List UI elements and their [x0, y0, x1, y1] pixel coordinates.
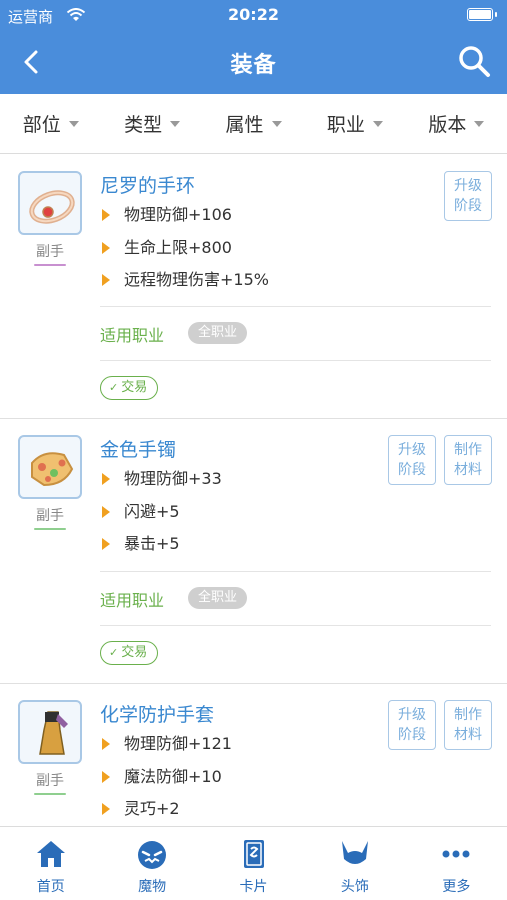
tab-more[interactable]: 更多	[406, 827, 507, 900]
tab-headwear[interactable]: 头饰	[304, 827, 405, 900]
card-icon	[243, 840, 264, 868]
item-thumbnail	[18, 700, 82, 764]
check-icon: ✓	[109, 646, 119, 659]
slot-label: 副手	[36, 508, 64, 524]
monster-icon	[138, 841, 167, 869]
item-thumbnail	[18, 171, 82, 235]
filter-slot[interactable]: 部位	[0, 94, 101, 153]
tab-monster[interactable]: 魔物	[101, 827, 202, 900]
clock: 20:22	[228, 5, 279, 24]
headwear-icon	[341, 841, 368, 864]
status-bar: 运营商 20:22	[0, 0, 507, 30]
divider	[100, 360, 491, 361]
stat-line: 物理防御+33	[100, 469, 222, 502]
stat-line: 生命上限+800	[100, 238, 269, 271]
more-icon	[442, 850, 470, 858]
bracelet-icon	[29, 190, 75, 224]
filter-label: 属性	[225, 114, 264, 136]
trade-label: 交易	[121, 380, 148, 395]
divider	[100, 571, 491, 572]
equipment-card[interactable]: 副手 金色手镯 物理防御+33 闪避+5 暴击+5 升级 阶段 制作 材料 适用…	[0, 419, 507, 684]
page-title: 装备	[230, 53, 277, 78]
chevron-down-icon	[170, 120, 181, 127]
glove-icon	[39, 711, 68, 755]
job-badge: 全职业	[188, 587, 248, 609]
stat-line: 闪避+5	[100, 502, 222, 535]
job-label: 适用职业	[100, 326, 165, 345]
battery-icon	[467, 8, 497, 21]
job-badge: 全职业	[188, 322, 248, 344]
filter-label: 版本	[428, 114, 467, 136]
filter-version[interactable]: 版本	[406, 94, 507, 153]
tab-bar: 首页 魔物 卡片 头饰 更多	[0, 826, 507, 900]
filter-bar: 部位 类型 属性 职业 版本	[0, 94, 507, 154]
slot-accent-line	[34, 528, 66, 530]
chevron-down-icon	[372, 120, 383, 127]
crafting-materials-button[interactable]: 制作 材料	[444, 700, 492, 750]
divider	[100, 306, 491, 307]
job-label: 适用职业	[100, 591, 165, 610]
stat-line: 物理防御+106	[100, 205, 269, 238]
upgrade-stage-button[interactable]: 升级 阶段	[388, 700, 436, 750]
item-stats: 物理防御+121 魔法防御+10 灵巧+2	[100, 734, 232, 832]
filter-type[interactable]: 类型	[101, 94, 202, 153]
stat-line: 魔法防御+10	[100, 767, 232, 800]
search-icon[interactable]	[457, 44, 491, 78]
item-name[interactable]: 化学防护手套	[100, 700, 214, 727]
filter-label: 职业	[326, 114, 365, 136]
gold-bangle-icon	[31, 452, 74, 487]
nav-bar: 装备	[0, 30, 507, 94]
filter-label: 部位	[22, 114, 61, 136]
filter-job[interactable]: 职业	[304, 94, 405, 153]
slot-label: 副手	[36, 244, 64, 260]
item-name[interactable]: 尼罗的手环	[100, 171, 195, 198]
item-name[interactable]: 金色手镯	[100, 435, 176, 462]
tab-label: 头饰	[340, 879, 369, 895]
tab-label: 魔物	[138, 879, 167, 895]
upgrade-stage-button[interactable]: 升级 阶段	[444, 171, 492, 221]
divider	[100, 625, 491, 626]
tab-home[interactable]: 首页	[0, 827, 101, 900]
check-icon: ✓	[109, 381, 119, 394]
equipment-card[interactable]: 副手 尼罗的手环 物理防御+106 生命上限+800 远程物理伤害+15% 升级…	[0, 155, 507, 419]
tab-label: 更多	[442, 879, 471, 895]
slot-accent-line	[34, 264, 66, 266]
filter-label: 类型	[124, 114, 163, 136]
stat-line: 暴击+5	[100, 534, 222, 567]
slot-accent-line	[34, 793, 66, 795]
trade-label: 交易	[121, 645, 148, 660]
tab-label: 首页	[36, 879, 65, 895]
chevron-down-icon	[474, 120, 485, 127]
chevron-down-icon	[68, 120, 79, 127]
item-stats: 物理防御+33 闪避+5 暴击+5	[100, 469, 222, 567]
filter-attribute[interactable]: 属性	[203, 94, 304, 153]
item-stats: 物理防御+106 生命上限+800 远程物理伤害+15%	[100, 205, 269, 303]
stat-line: 远程物理伤害+15%	[100, 270, 269, 303]
stat-line: 物理防御+121	[100, 734, 232, 767]
trade-badge: ✓ 交易	[100, 641, 159, 665]
tab-card[interactable]: 卡片	[203, 827, 304, 900]
trade-badge: ✓ 交易	[100, 376, 159, 400]
tab-label: 卡片	[239, 879, 268, 895]
item-thumbnail	[18, 435, 82, 499]
crafting-materials-button[interactable]: 制作 材料	[444, 435, 492, 485]
upgrade-stage-button[interactable]: 升级 阶段	[388, 435, 436, 485]
slot-label: 副手	[36, 773, 64, 789]
home-icon	[36, 841, 65, 867]
chevron-down-icon	[271, 120, 282, 127]
